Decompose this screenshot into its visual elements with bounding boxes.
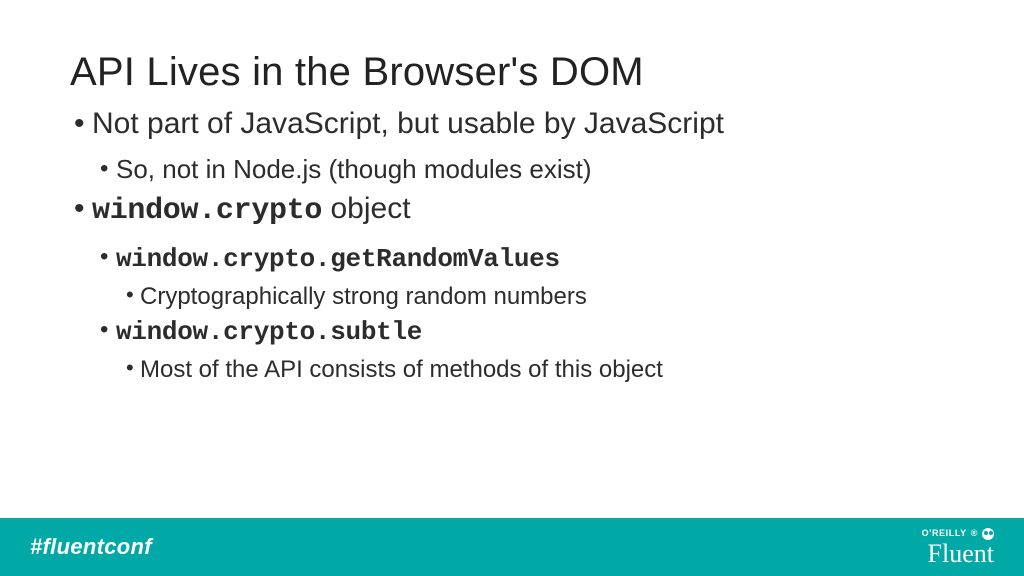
bullet-level1: window.crypto object [70,190,954,231]
code-text: window.crypto [92,194,322,228]
bullet-text: Most of the API consists of methods of t… [140,356,663,383]
bullet-level3: Cryptographically strong random numbers [70,281,954,312]
code-text: window.crypto.getRandomValues [116,244,560,274]
bullet-text: Cryptographically strong random numbers [140,283,587,310]
bullet-level2: window.crypto.getRandomValues [70,241,954,277]
bullet-level3: Most of the API consists of methods of t… [70,354,954,385]
publisher-row: O'REILLY ® [922,528,994,540]
bullet-text: object [322,192,410,225]
code-text: window.crypto.subtle [116,317,422,347]
footer-bar: #fluentconf O'REILLY ® Fluent [0,518,1024,576]
slide-body: API Lives in the Browser's DOM Not part … [0,0,1024,576]
hashtag-label: #fluentconf [30,534,152,560]
bullet-text: Not part of JavaScript, but usable by Ja… [92,107,724,140]
slide-title: API Lives in the Browser's DOM [70,50,954,95]
bullet-text: So, not in Node.js (though modules exist… [116,154,591,184]
registered-mark: ® [971,529,978,538]
brand-block: O'REILLY ® Fluent [922,528,994,567]
conference-name: Fluent [928,541,994,567]
bullet-level2: window.crypto.subtle [70,314,954,350]
bullet-level2: So, not in Node.js (though modules exist… [70,153,954,187]
tarsier-icon [982,528,994,540]
publisher-label: O'REILLY [922,529,967,538]
bullet-level1: Not part of JavaScript, but usable by Ja… [70,105,954,143]
